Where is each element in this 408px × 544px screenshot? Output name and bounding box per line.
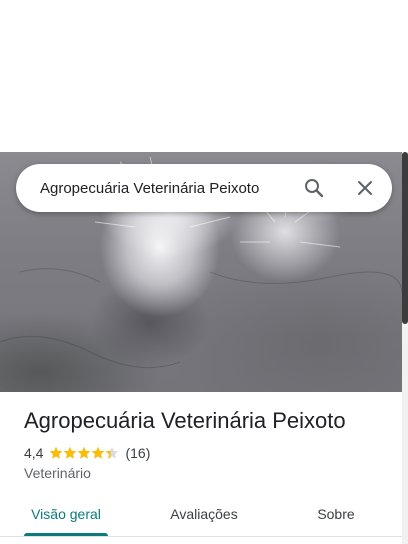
place-title: Agropecuária Veterinária Peixoto <box>24 408 346 433</box>
search-input[interactable] <box>40 164 280 212</box>
star-icon <box>64 446 77 459</box>
rating-value: 4,4 <box>24 445 44 461</box>
blank-area <box>0 0 408 152</box>
place-category[interactable]: Veterinário <box>24 465 91 481</box>
search-icon[interactable] <box>302 176 326 200</box>
rating-row: 4,4 (16) <box>24 443 150 463</box>
tab-reviews-label: Avaliações <box>170 506 238 522</box>
search-box[interactable] <box>16 164 392 212</box>
active-tab-indicator <box>24 533 108 536</box>
star-icon <box>92 446 105 459</box>
tab-overview[interactable]: Visão geral <box>24 492 108 536</box>
star-rating <box>49 446 119 460</box>
tab-reviews[interactable]: Avaliações <box>160 492 248 536</box>
close-icon[interactable] <box>353 176 377 200</box>
tab-bar: Visão geral Avaliações Sobre <box>0 492 402 537</box>
tab-about-label: Sobre <box>317 506 355 522</box>
star-icon <box>78 446 91 459</box>
review-count[interactable]: (16) <box>125 445 150 461</box>
scrollbar-thumb[interactable] <box>402 152 408 324</box>
tab-about[interactable]: Sobre <box>304 492 368 536</box>
star-icon <box>50 446 63 459</box>
tab-overview-label: Visão geral <box>31 506 101 522</box>
star-icon <box>106 446 119 459</box>
